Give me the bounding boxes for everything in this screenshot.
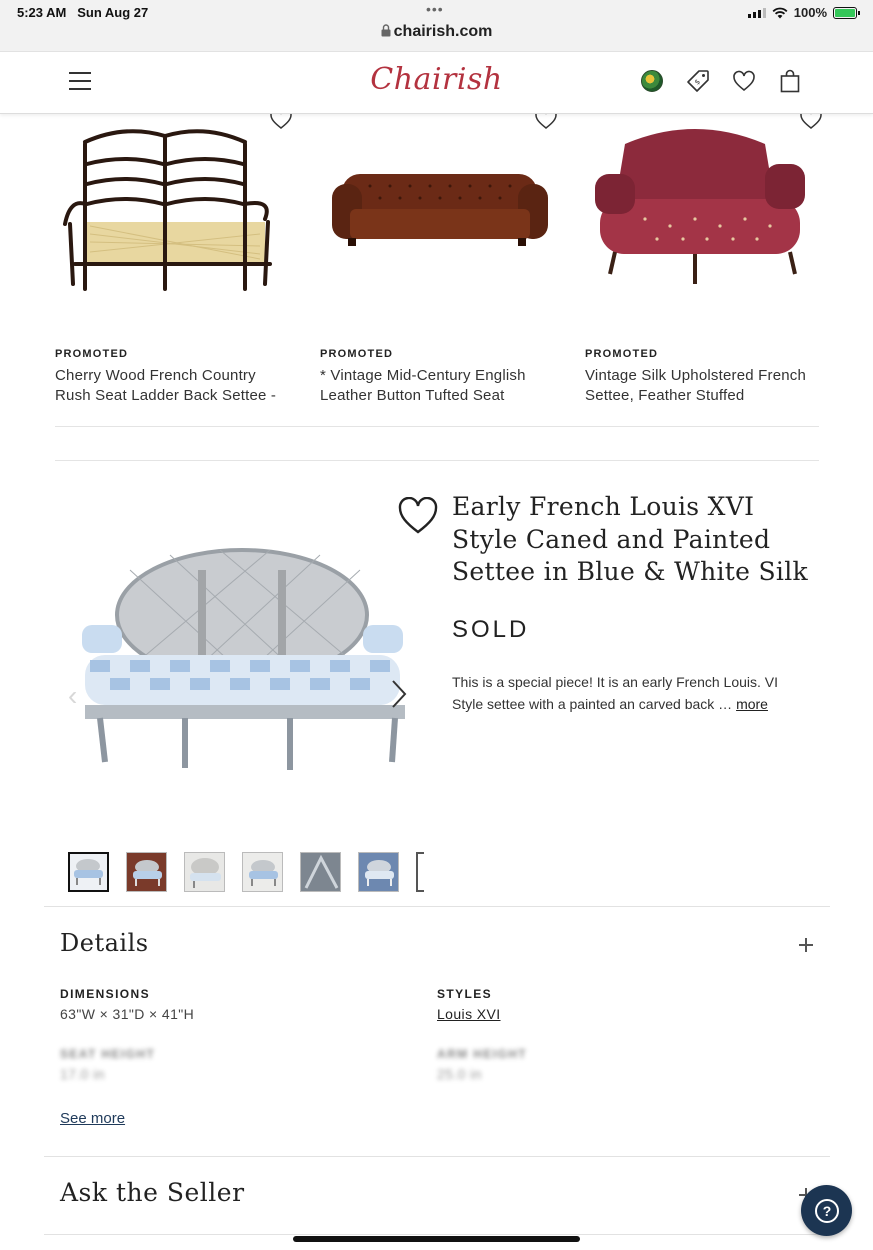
battery-percent: 100%	[793, 5, 827, 20]
product-card[interactable]: PROMOTED * Vintage Mid-Century English L…	[320, 108, 557, 404]
address-bar[interactable]: chairish.com	[0, 23, 873, 41]
prev-image-arrow-icon[interactable]: ‹	[68, 680, 77, 712]
expand-plus-icon[interactable]	[799, 938, 813, 952]
promoted-products: PROMOTED Cherry Wood French Country Rush…	[55, 108, 822, 426]
price-tag-icon[interactable]: $	[685, 68, 711, 94]
styles-label: STYLES	[437, 987, 493, 1001]
product-description: This is a special piece! It is an early …	[452, 671, 812, 715]
product-title[interactable]: * Vintage Mid-Century English Leather Bu…	[320, 366, 560, 406]
shopping-bag-icon[interactable]	[777, 68, 803, 94]
product-title[interactable]: Cherry Wood French Country Rush Seat Lad…	[55, 366, 295, 406]
product-image[interactable]	[585, 108, 822, 334]
thumbnail[interactable]	[184, 852, 225, 892]
thumbnail[interactable]	[416, 852, 424, 892]
header-actions: $	[639, 68, 803, 94]
product-title[interactable]: Vintage Silk Upholstered French Settee, …	[585, 366, 825, 406]
lock-icon	[381, 24, 391, 37]
thumbnail[interactable]	[300, 852, 341, 892]
site-header: Chairish $	[0, 52, 873, 114]
thumbnail[interactable]	[126, 852, 167, 892]
product-image[interactable]	[55, 108, 292, 334]
url-text: chairish.com	[393, 23, 493, 40]
help-question-icon: ?	[814, 1198, 839, 1223]
seat-height-value: 17.0 in	[60, 1066, 105, 1082]
promoted-badge: PROMOTED	[55, 348, 129, 360]
styles-link[interactable]: Louis XVI	[437, 1006, 501, 1022]
svg-text:?: ?	[822, 1203, 831, 1219]
divider	[55, 426, 819, 427]
product-image[interactable]	[320, 108, 557, 334]
divider	[44, 1234, 830, 1235]
details-heading[interactable]: Details	[60, 929, 149, 957]
multitask-dots-icon[interactable]: •••	[426, 1, 444, 17]
divider	[44, 906, 830, 907]
image-thumbnails	[68, 852, 424, 892]
next-image-arrow-icon[interactable]	[390, 678, 408, 710]
thumbnail[interactable]	[358, 852, 399, 892]
thumbnail[interactable]	[242, 852, 283, 892]
home-indicator	[293, 1236, 580, 1242]
promoted-badge: PROMOTED	[585, 348, 659, 360]
favorite-heart-icon[interactable]	[398, 497, 438, 535]
status-time: 5:23 AM Sun Aug 27	[17, 5, 149, 20]
ask-seller-heading[interactable]: Ask the Seller	[60, 1178, 245, 1207]
help-button[interactable]: ?	[801, 1185, 852, 1236]
see-more-link[interactable]: See more	[60, 1110, 125, 1127]
thumbnail[interactable]	[68, 852, 109, 892]
divider	[55, 460, 819, 461]
dimensions-label: DIMENSIONS	[60, 987, 151, 1001]
status-indicators: 100%	[747, 5, 860, 20]
sold-status: SOLD	[452, 616, 530, 643]
product-main-image[interactable]	[70, 530, 415, 785]
product-card[interactable]: PROMOTED Cherry Wood French Country Rush…	[55, 108, 292, 404]
description-text: This is a special piece! It is an early …	[452, 674, 779, 712]
arm-height-value: 25.0 in	[437, 1066, 482, 1082]
cellular-signal-icon	[747, 7, 766, 18]
promoted-badge: PROMOTED	[320, 348, 394, 360]
region-globe-icon[interactable]	[639, 68, 665, 94]
svg-text:$: $	[693, 78, 702, 87]
status-bar: 5:23 AM Sun Aug 27 ••• chairish.com 100%	[0, 0, 873, 52]
product-title: Early French Louis XVI Style Caned and P…	[452, 492, 808, 586]
battery-icon	[833, 6, 860, 19]
wifi-icon	[772, 7, 788, 18]
favorites-heart-icon[interactable]	[731, 68, 757, 94]
more-link[interactable]: more	[736, 696, 768, 712]
dimensions-value: 63"W × 31"D × 41"H	[60, 1006, 195, 1022]
divider	[44, 1156, 830, 1157]
arm-height-label: ARM HEIGHT	[437, 1047, 527, 1061]
seat-height-label: SEAT HEIGHT	[60, 1047, 156, 1061]
product-card[interactable]: PROMOTED Vintage Silk Upholstered French…	[585, 108, 822, 404]
